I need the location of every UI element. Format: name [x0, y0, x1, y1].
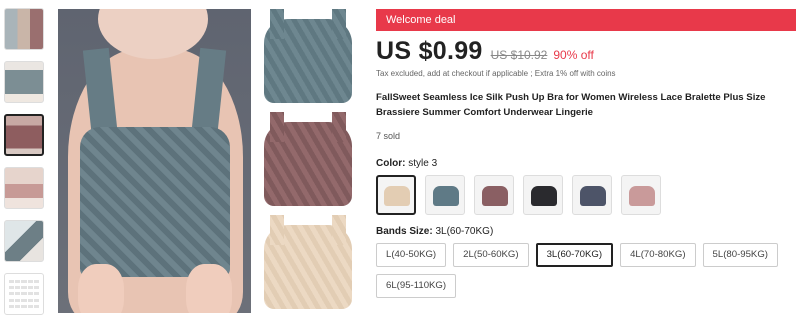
size-option-1[interactable]: L(40-50KG) [376, 243, 447, 267]
variant-mauve [258, 112, 358, 212]
thumbnail-list [4, 8, 48, 325]
color-swatch-4[interactable] [523, 175, 563, 215]
tax-note: Tax excluded, add at checkout if applica… [376, 69, 616, 78]
product-info-panel: Welcome deal US $0.99 US $10.92 90% off … [376, 9, 796, 305]
selected-size: 3L(60-70KG) [435, 226, 494, 237]
model-face [98, 9, 208, 59]
original-price: US $10.92 [490, 48, 548, 62]
selected-color: style 3 [408, 158, 438, 169]
color-swatch-1[interactable] [376, 175, 416, 215]
bra-swatch-icon [629, 186, 655, 206]
main-product-image[interactable] [58, 9, 251, 313]
model-hand-left [78, 264, 124, 313]
thumbnail-4[interactable] [4, 167, 44, 209]
color-swatch-5[interactable] [572, 175, 612, 215]
welcome-deal-banner: Welcome deal [376, 9, 796, 31]
color-swatch-2[interactable] [425, 175, 465, 215]
bra-swatch-icon [384, 186, 410, 206]
color-swatch-3[interactable] [474, 175, 514, 215]
size-option-6[interactable]: 6L(95-110KG) [376, 274, 457, 298]
thumbnail-6-size-chart[interactable] [4, 273, 44, 315]
thumbnail-2[interactable] [4, 61, 44, 103]
product-title: FallSweet Seamless Ice Silk Push Up Bra … [376, 92, 766, 118]
size-options: L(40-50KG) 2L(50-60KG) 3L(60-70KG) 4L(70-80… [376, 243, 800, 305]
bra-product [80, 127, 230, 277]
discount-badge: 90% off [553, 48, 594, 62]
bra-swatch-icon [531, 186, 557, 206]
variant-blue [258, 9, 358, 109]
size-option-label: Bands Size: 3L(60-70KG) [376, 226, 494, 237]
size-option-2[interactable]: 2L(50-60KG) [453, 243, 529, 267]
bra-swatch-icon [433, 186, 459, 206]
size-chart-icon [9, 280, 39, 310]
sold-count: 7 sold [376, 131, 401, 141]
color-swatches [376, 175, 796, 215]
model-hand-right [186, 264, 232, 313]
thumbnail-1[interactable] [4, 8, 44, 50]
color-option-label: Color: style 3 [376, 158, 438, 169]
bra-swatch-icon [580, 186, 606, 206]
color-swatch-6[interactable] [621, 175, 661, 215]
size-option-4[interactable]: 4L(70-80KG) [620, 243, 696, 267]
current-price: US $0.99 [376, 37, 483, 65]
size-option-5[interactable]: 5L(80-95KG) [702, 243, 778, 267]
variant-beige [258, 215, 358, 315]
price-row: US $0.99 US $10.92 90% off [376, 37, 796, 69]
color-variants-image [258, 9, 358, 318]
thumbnail-5[interactable] [4, 220, 44, 262]
size-option-3[interactable]: 3L(60-70KG) [535, 243, 614, 267]
bra-swatch-icon [482, 186, 508, 206]
thumbnail-3[interactable] [4, 114, 44, 156]
